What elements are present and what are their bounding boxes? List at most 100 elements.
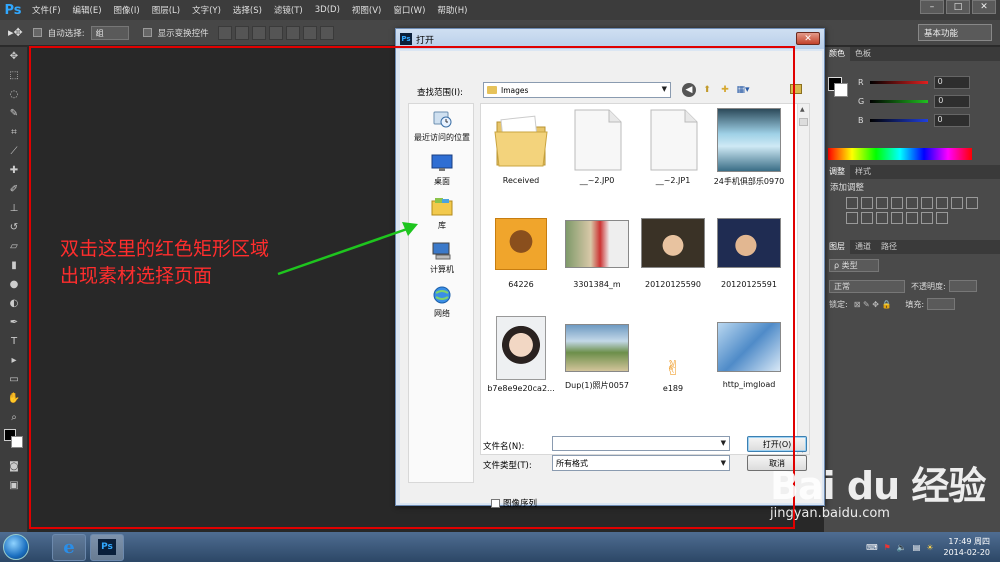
filetype-dropdown[interactable]: 所有格式 ▼ xyxy=(552,455,730,471)
keyboard-icon[interactable]: ⌨ xyxy=(866,543,878,552)
image-sequence-option[interactable]: 图像序列 xyxy=(491,497,537,509)
list-item[interactable]: __~2.JP0 xyxy=(559,108,635,185)
flag-icon[interactable]: ⚑ xyxy=(884,543,891,552)
panel-background-swatch[interactable] xyxy=(834,83,848,97)
black-white-icon[interactable] xyxy=(951,197,963,209)
align-bottom-icon[interactable] xyxy=(302,25,317,40)
opacity-input[interactable] xyxy=(948,280,977,292)
restore-button[interactable]: □ xyxy=(946,0,970,14)
auto-select-dropdown[interactable]: 组 xyxy=(90,25,129,40)
list-item[interactable]: Received xyxy=(483,108,559,185)
look-in-dropdown[interactable]: Images ▼ xyxy=(483,82,671,98)
align-middle-icon[interactable] xyxy=(285,25,300,40)
view-menu-icon[interactable]: ▦▾ xyxy=(736,83,750,97)
hue-icon[interactable] xyxy=(921,197,933,209)
path-select-icon[interactable]: ▸ xyxy=(0,351,28,370)
color-spectrum[interactable] xyxy=(828,148,972,160)
list-item[interactable]: http_imgload xyxy=(711,316,787,389)
menu-image[interactable]: 图像(I) xyxy=(108,4,146,16)
menu-select[interactable]: 选择(S) xyxy=(227,4,268,16)
gradient-icon[interactable]: ▮ xyxy=(0,256,28,275)
move-icon[interactable]: ✥ xyxy=(0,47,28,66)
align-left-icon[interactable] xyxy=(217,25,232,40)
filename-input[interactable]: ▼ xyxy=(552,436,730,451)
back-icon[interactable]: ◀ xyxy=(682,83,696,97)
quick-select-icon[interactable]: ✎ xyxy=(0,104,28,123)
list-item[interactable]: 20120125591 xyxy=(711,212,787,289)
brush-icon[interactable]: ✐ xyxy=(0,180,28,199)
exposure-icon[interactable] xyxy=(891,197,903,209)
tab-color[interactable]: 颜色 xyxy=(824,47,850,61)
up-folder-icon[interactable]: ⬆ xyxy=(700,83,714,97)
show-transform-checkbox[interactable] xyxy=(142,28,152,37)
distribute-icon[interactable] xyxy=(319,25,334,40)
menu-filter[interactable]: 滤镜(T) xyxy=(268,4,309,16)
clone-stamp-icon[interactable]: ⊥ xyxy=(0,199,28,218)
scroll-up-icon[interactable]: ▲ xyxy=(800,106,805,113)
background-color[interactable] xyxy=(11,436,23,448)
lock-icons[interactable]: ⊠ ✎ ✥ 🔒 xyxy=(854,300,892,309)
menu-3d[interactable]: 3D(D) xyxy=(309,5,346,15)
move-tool-icon[interactable]: ▸✥ xyxy=(8,26,23,39)
menu-edit[interactable]: 编辑(E) xyxy=(67,4,108,16)
history-brush-icon[interactable]: ↺ xyxy=(0,218,28,237)
red-slider[interactable] xyxy=(869,81,928,84)
tab-adjustments[interactable]: 调整 xyxy=(824,165,850,179)
brightness-icon[interactable] xyxy=(846,197,858,209)
levels-icon[interactable] xyxy=(861,197,873,209)
start-button[interactable] xyxy=(0,532,32,562)
network-tray-icon[interactable]: ▤ xyxy=(913,543,921,552)
channel-mixer-icon[interactable] xyxy=(846,212,858,224)
tab-channels[interactable]: 通道 xyxy=(850,240,876,254)
lasso-icon[interactable]: ◌ xyxy=(0,85,28,104)
curves-icon[interactable] xyxy=(876,197,888,209)
color-swatches[interactable] xyxy=(0,427,27,457)
photo-filter-icon[interactable] xyxy=(966,197,978,209)
color-lookup-icon[interactable] xyxy=(861,212,873,224)
threshold-icon[interactable] xyxy=(906,212,918,224)
posterize-icon[interactable] xyxy=(891,212,903,224)
minimize-button[interactable]: – xyxy=(920,0,944,14)
pen-icon[interactable]: ✒ xyxy=(0,313,28,332)
zoom-icon[interactable]: ⌕ xyxy=(0,408,28,427)
filename-chevron-icon[interactable]: ▼ xyxy=(721,439,726,447)
auto-select-checkbox[interactable] xyxy=(32,28,42,37)
list-item[interactable]: 3301384_m xyxy=(559,212,635,289)
tab-layers[interactable]: 图层 xyxy=(824,240,850,254)
file-list[interactable]: Received __~2.JP0 __~2.JP1 24手机俱部乐0970 6… xyxy=(480,103,810,455)
workspace-dropdown[interactable]: 基本功能 xyxy=(918,24,992,41)
new-folder-icon[interactable]: ✚ xyxy=(718,83,732,97)
menu-type[interactable]: 文字(Y) xyxy=(186,4,227,16)
blend-mode-dropdown[interactable]: 正常 xyxy=(829,279,905,293)
vibrance-icon[interactable] xyxy=(906,197,918,209)
selective-color-icon[interactable] xyxy=(936,212,948,224)
list-item[interactable]: 64226 xyxy=(483,212,559,289)
image-sequence-checkbox[interactable] xyxy=(491,498,500,508)
green-value[interactable]: 0 xyxy=(934,95,971,108)
scroll-thumb[interactable] xyxy=(799,118,808,126)
tab-swatches[interactable]: 色板 xyxy=(850,47,876,61)
close-button[interactable]: ✕ xyxy=(972,0,996,14)
rectangle-icon[interactable]: ▭ xyxy=(0,370,28,389)
dodge-icon[interactable]: ◐ xyxy=(0,294,28,313)
blue-slider[interactable] xyxy=(869,119,928,122)
hand-icon[interactable]: ✋ xyxy=(0,389,28,408)
invert-icon[interactable] xyxy=(876,212,888,224)
list-item[interactable]: __~2.JP1 xyxy=(635,108,711,185)
tab-styles[interactable]: 样式 xyxy=(850,165,876,179)
dialog-close-button[interactable]: ✕ xyxy=(796,32,820,45)
align-top-icon[interactable] xyxy=(268,25,283,40)
red-value[interactable]: 0 xyxy=(933,76,970,89)
align-right-icon[interactable] xyxy=(251,25,266,40)
fill-input[interactable] xyxy=(927,298,956,310)
list-item[interactable]: 24手机俱部乐0970 xyxy=(711,108,787,187)
color-balance-icon[interactable] xyxy=(936,197,948,209)
taskbar-ie[interactable]: e xyxy=(52,533,86,561)
blue-value[interactable]: 0 xyxy=(933,114,970,127)
list-item[interactable]: Dup(1)照片0057 xyxy=(559,316,635,391)
file-list-scrollbar[interactable]: ▲ ▼ xyxy=(797,104,809,454)
healing-brush-icon[interactable]: ✚ xyxy=(0,161,28,180)
menu-help[interactable]: 帮助(H) xyxy=(431,4,473,16)
weather-icon[interactable]: ☀ xyxy=(926,543,933,552)
screen-mode-icon[interactable]: ▣ xyxy=(0,476,28,495)
